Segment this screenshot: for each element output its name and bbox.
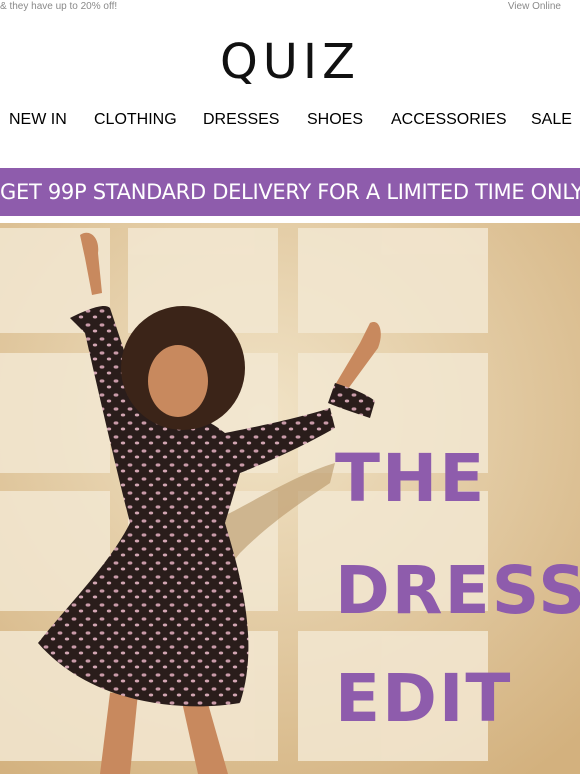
hero-headline-edit: EDIT <box>335 660 513 737</box>
preheader-text: & they have up to 20% off! <box>0 1 118 12</box>
hero-headline-dress: DRESS <box>335 552 580 629</box>
nav-item-dresses[interactable]: DRESSES <box>203 111 279 129</box>
hero-image[interactable]: THE DRESS EDIT <box>0 223 580 774</box>
hero-headline-the: THE <box>335 440 487 517</box>
main-nav: NEW IN CLOTHING DRESSES SHOES ACCESSORIE… <box>0 111 580 133</box>
nav-item-shoes[interactable]: SHOES <box>307 111 363 129</box>
nav-item-clothing[interactable]: CLOTHING <box>94 111 177 129</box>
view-online-link[interactable]: View Online <box>508 1 561 12</box>
quiz-logo[interactable]: QUIZ <box>0 34 580 90</box>
nav-item-sale[interactable]: SALE <box>531 111 572 129</box>
preheader: & they have up to 20% off! View Online <box>0 0 580 14</box>
delivery-promo-banner[interactable]: GET 99P STANDARD DELIVERY FOR A LIMITED … <box>0 168 580 216</box>
nav-item-new-in[interactable]: NEW IN <box>9 111 67 129</box>
face <box>148 345 208 417</box>
nav-item-accessories[interactable]: ACCESSORIES <box>391 111 507 129</box>
